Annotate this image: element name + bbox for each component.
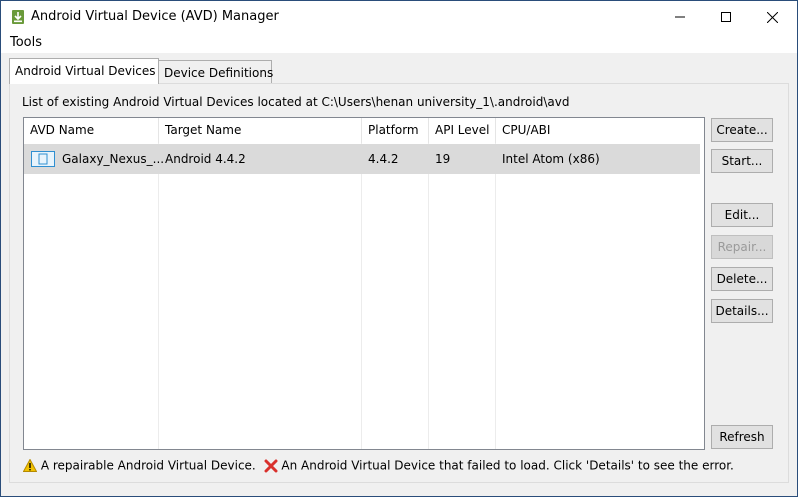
minimize-button[interactable] [657, 1, 703, 33]
legend-failed-text: An Android Virtual Device that failed to… [281, 458, 734, 473]
cell-api-level: 19 [435, 152, 451, 166]
cell-cpu-abi: Intel Atom (x86) [502, 152, 600, 166]
edit-button[interactable]: Edit... [711, 203, 773, 227]
column-divider [428, 143, 429, 449]
virtual-device-icon [31, 151, 55, 167]
error-icon [264, 459, 278, 472]
column-divider [158, 143, 159, 449]
menu-bar: Tools [1, 33, 797, 53]
tab-android-virtual-devices[interactable]: Android Virtual Devices [9, 58, 159, 84]
minimize-icon [675, 16, 685, 18]
repair-button[interactable]: Repair... [711, 235, 773, 259]
tab-device-definitions[interactable]: Device Definitions [158, 60, 273, 84]
column-header-platform[interactable]: Platform [362, 118, 429, 143]
maximize-button[interactable] [703, 1, 749, 33]
cell-platform: 4.4.2 [368, 152, 399, 166]
window-title: Android Virtual Device (AVD) Manager [31, 9, 279, 24]
column-header-api-level[interactable]: API Level [429, 118, 496, 143]
delete-button[interactable]: Delete... [711, 267, 773, 291]
details-button[interactable]: Details... [711, 299, 773, 323]
avd-table[interactable]: AVD Name Target Name Platform API Level … [23, 117, 705, 450]
column-header-avd-name[interactable]: AVD Name [24, 118, 159, 143]
menu-tools[interactable]: Tools [10, 35, 42, 50]
android-app-icon [12, 10, 24, 24]
legend-repairable-text: A repairable Android Virtual Device. [40, 458, 256, 473]
column-divider [361, 143, 362, 449]
status-legend: A repairable Android Virtual Device. An … [22, 456, 734, 474]
create-button[interactable]: Create... [711, 118, 773, 142]
column-divider [495, 143, 496, 449]
avd-manager-window: Android Virtual Device (AVD) Manager Too… [0, 0, 798, 497]
column-header-target-name[interactable]: Target Name [159, 118, 362, 143]
maximize-icon [721, 12, 731, 22]
column-header-cpu-abi[interactable]: CPU/ABI [496, 118, 704, 143]
cell-target-name: Android 4.4.2 [165, 152, 246, 166]
start-button[interactable]: Start... [711, 149, 773, 173]
refresh-button[interactable]: Refresh [711, 425, 773, 449]
close-icon [766, 11, 778, 23]
warning-icon [22, 458, 38, 472]
table-row[interactable]: Galaxy_Nexus_... Android 4.4.2 4.4.2 19 … [24, 144, 700, 174]
cell-avd-name: Galaxy_Nexus_... [62, 152, 165, 166]
close-button[interactable] [749, 1, 795, 33]
title-bar[interactable]: Android Virtual Device (AVD) Manager [1, 1, 797, 33]
avd-location-caption: List of existing Android Virtual Devices… [22, 95, 570, 109]
